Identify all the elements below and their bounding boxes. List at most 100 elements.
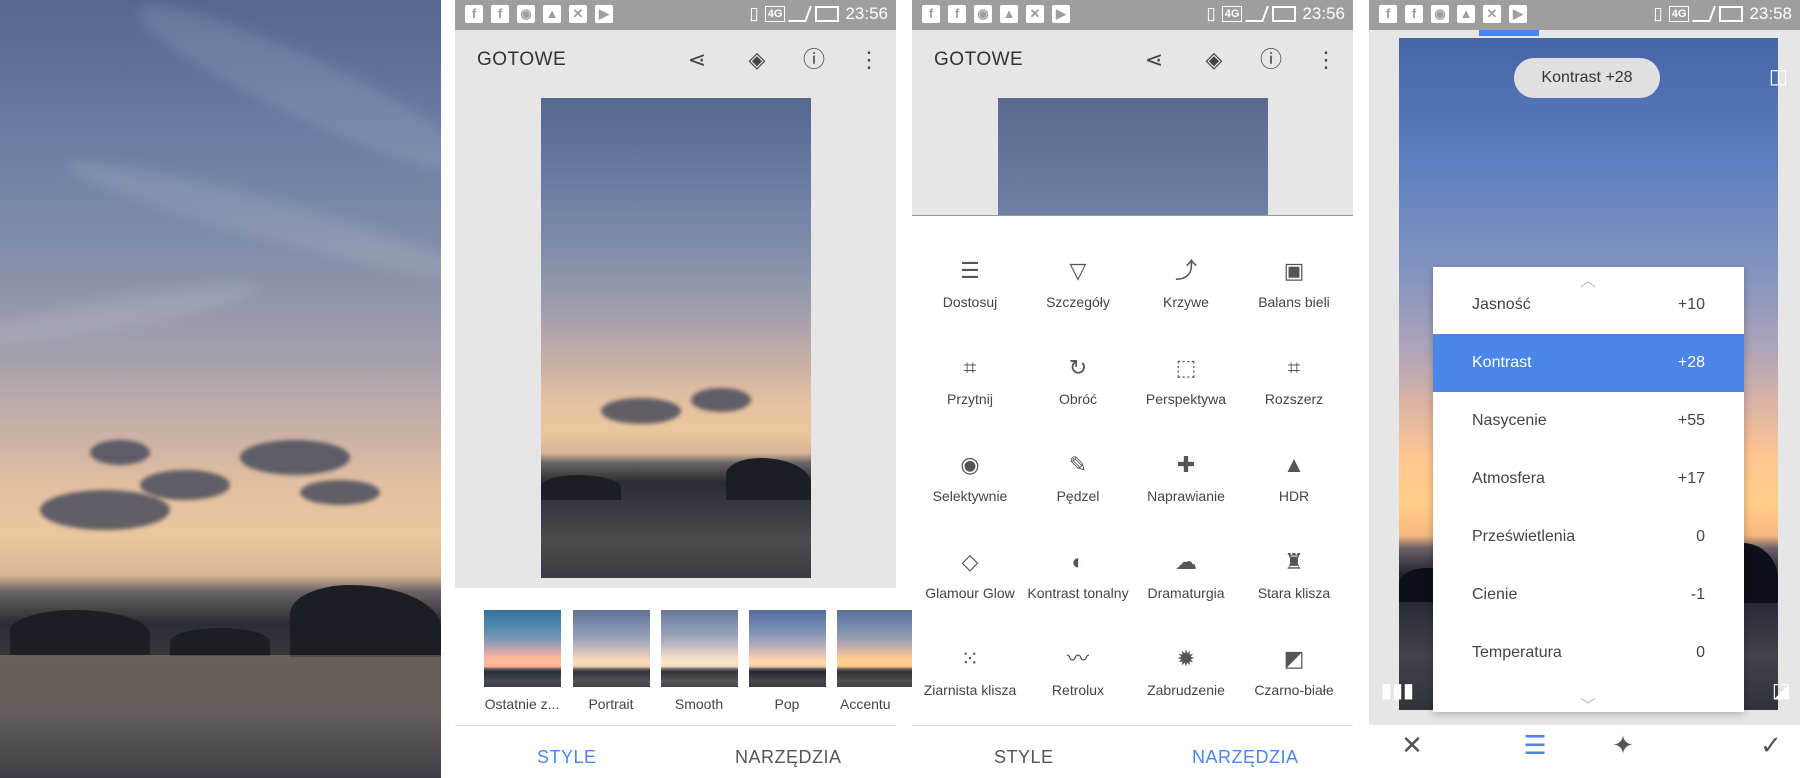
tool-drama[interactable]: ☁ Dramaturgia xyxy=(1132,549,1240,602)
tool-perspective[interactable]: ⬚ Perspektywa xyxy=(1132,355,1240,408)
tool-label: Obróć xyxy=(1058,391,1098,407)
status-bar: f f ◉ ▲ ✕ ▶ ▯ 4G 23:56 xyxy=(912,0,1353,30)
adjustment-row[interactable]: Kontrast +28 xyxy=(1433,334,1744,392)
black-white-icon: ◩ xyxy=(1283,646,1305,671)
chevron-down-icon[interactable]: ﹀ xyxy=(1580,692,1596,716)
battery-icon xyxy=(1719,6,1744,22)
tool-curves[interactable]: ⤴ Krzywe xyxy=(1132,258,1240,311)
histogram-icon[interactable]: ▮▮▮ xyxy=(1381,678,1414,703)
facebook-icon: f xyxy=(1379,5,1397,23)
tab-tools[interactable]: NARZĘDZIA xyxy=(735,747,842,768)
tab-tools[interactable]: NARZĘDZIA xyxy=(1192,747,1299,768)
signal-icon xyxy=(788,6,813,22)
tab-divider xyxy=(912,725,1353,726)
panel-tools: f f ◉ ▲ ✕ ▶ ▯ 4G 23:56 GOTOWE ⋖ ◈ ⓘ ⋮ ☰ D… xyxy=(912,0,1353,778)
style-thumbnail[interactable] xyxy=(573,610,650,687)
facebook-icon: f xyxy=(922,5,940,23)
style-label: Pop xyxy=(774,696,800,712)
close-icon[interactable]: ✕ xyxy=(1395,730,1429,761)
tool-brush[interactable]: ✎ Pędzel xyxy=(1024,452,1132,505)
adjustment-row[interactable]: Temperatura 0 xyxy=(1433,624,1744,682)
style-thumbnail[interactable] xyxy=(837,610,914,687)
facebook-icon: f xyxy=(1405,5,1423,23)
image-icon: ▲ xyxy=(1000,5,1018,23)
tool-hdr[interactable]: ▲ HDR xyxy=(1240,452,1348,505)
tool-expand[interactable]: ⌗ Rozszerz xyxy=(1240,355,1348,408)
selective-icon: ◉ xyxy=(960,452,980,477)
adjust-sliders-icon[interactable]: ☰ xyxy=(1518,730,1552,761)
bookmark-icon[interactable]: ◪ xyxy=(1772,678,1791,703)
share-icon[interactable]: ⋖ xyxy=(683,46,711,74)
style-thumbnail[interactable] xyxy=(661,610,738,687)
details-triangle-icon: ▽ xyxy=(1069,258,1087,283)
battery-icon xyxy=(1272,6,1297,22)
auto-magic-icon[interactable]: ✦ xyxy=(1606,730,1640,761)
style-thumbnail[interactable] xyxy=(749,610,826,687)
play-store-icon: ▶ xyxy=(595,5,613,23)
tool-label: Dostosuj xyxy=(942,294,998,310)
tool-label: Kontrast tonalny xyxy=(1027,585,1129,601)
tool-details-triangle[interactable]: ▽ Szczegóły xyxy=(1024,258,1132,311)
adjustment-name: Nasycenie xyxy=(1472,412,1547,429)
adjust-sliders-icon: ☰ xyxy=(960,258,980,283)
tool-grunge[interactable]: ✹ Zabrudzenie xyxy=(1132,646,1240,699)
info-icon[interactable]: ⓘ xyxy=(800,46,828,74)
top-bar: GOTOWE ⋖ ◈ ⓘ ⋮ xyxy=(912,30,1353,90)
done-button[interactable]: GOTOWE xyxy=(934,49,1023,71)
tool-label: Szczegóły xyxy=(1046,294,1110,310)
tool-healing[interactable]: ✚ Naprawianie xyxy=(1132,452,1240,505)
retrolux-icon: 〰 xyxy=(1066,646,1089,671)
adjustment-row[interactable]: Atmosfera +17 xyxy=(1433,450,1744,508)
info-icon[interactable]: ⓘ xyxy=(1257,46,1285,74)
adjustment-row[interactable]: Nasycenie +55 xyxy=(1433,392,1744,450)
tool-black-white[interactable]: ◩ Czarno-białe xyxy=(1240,646,1348,699)
tool-adjust-sliders[interactable]: ☰ Dostosuj xyxy=(916,258,1024,311)
layers-icon[interactable]: ◈ xyxy=(743,46,771,74)
share-icon[interactable]: ⋖ xyxy=(1140,46,1168,74)
compare-icon[interactable]: ◫ xyxy=(1769,64,1788,89)
tool-grainy-film[interactable]: ⁙ Ziarnista klisza xyxy=(916,646,1024,713)
sync-icon: ◉ xyxy=(517,5,535,23)
tab-style[interactable]: STYLE xyxy=(537,747,597,768)
tool-label: Zabrudzenie xyxy=(1147,682,1225,698)
signal-icon xyxy=(1245,6,1270,22)
style-thumbnail[interactable] xyxy=(484,610,561,687)
tool-glamour-glow[interactable]: ◇ Glamour Glow xyxy=(916,549,1024,602)
adjustment-menu: ︿ Jasność +10 Kontrast +28 Nasycenie +55 Atmos… xyxy=(1433,267,1744,715)
adjustment-row[interactable]: Prześwietlenia 0 xyxy=(1433,508,1744,566)
tool-tonal-contrast[interactable]: ◐ Kontrast tonalny xyxy=(1024,549,1132,602)
layers-icon[interactable]: ◈ xyxy=(1200,46,1228,74)
image-icon: ▲ xyxy=(1457,5,1475,23)
perspective-icon: ⬚ xyxy=(1175,355,1197,380)
adjustment-row[interactable]: Jasność +10 xyxy=(1433,276,1744,334)
facebook-icon: f xyxy=(465,5,483,23)
divider xyxy=(912,215,1353,216)
done-button[interactable]: GOTOWE xyxy=(477,49,566,71)
tool-vintage[interactable]: ♜ Stara klisza xyxy=(1240,549,1348,602)
more-icon[interactable]: ⋮ xyxy=(855,46,883,74)
vintage-icon: ♜ xyxy=(1284,549,1304,574)
adjustment-value: +10 xyxy=(1677,296,1705,313)
style-label: Accentu xyxy=(840,696,891,712)
tool-crop[interactable]: ⌗ Przytnij xyxy=(916,355,1024,408)
panel-styles: f f ◉ ▲ ✕ ▶ ▯ 4G 23:56 GOTOWE ⋖ ◈ ⓘ ⋮ Os… xyxy=(455,0,914,778)
apply-check-icon[interactable]: ✓ xyxy=(1754,730,1788,761)
adjustment-name: Jasność xyxy=(1472,296,1531,313)
tool-label: Perspektywa xyxy=(1145,391,1227,407)
style-label: Portrait xyxy=(588,696,634,712)
tool-label: HDR xyxy=(1278,488,1310,504)
style-label: Smooth xyxy=(674,696,724,712)
tool-white-balance[interactable]: ▣ Balans bieli xyxy=(1240,258,1348,311)
tool-rotate[interactable]: ↻ Obróć xyxy=(1024,355,1132,408)
tool-label: Balans bieli xyxy=(1258,294,1330,310)
sync-icon: ◉ xyxy=(1431,5,1449,23)
tab-style[interactable]: STYLE xyxy=(994,747,1054,768)
network-badge: 4G xyxy=(1221,6,1243,22)
adjustment-value: 0 xyxy=(1696,644,1705,661)
vibrate-icon: ▯ xyxy=(749,4,759,23)
adjustment-row[interactable]: Cienie -1 xyxy=(1433,566,1744,624)
tool-selective[interactable]: ◉ Selektywnie xyxy=(916,452,1024,505)
tool-label: Retrolux xyxy=(1051,682,1105,698)
more-icon[interactable]: ⋮ xyxy=(1312,46,1340,74)
tool-retrolux[interactable]: 〰 Retrolux xyxy=(1024,646,1132,699)
